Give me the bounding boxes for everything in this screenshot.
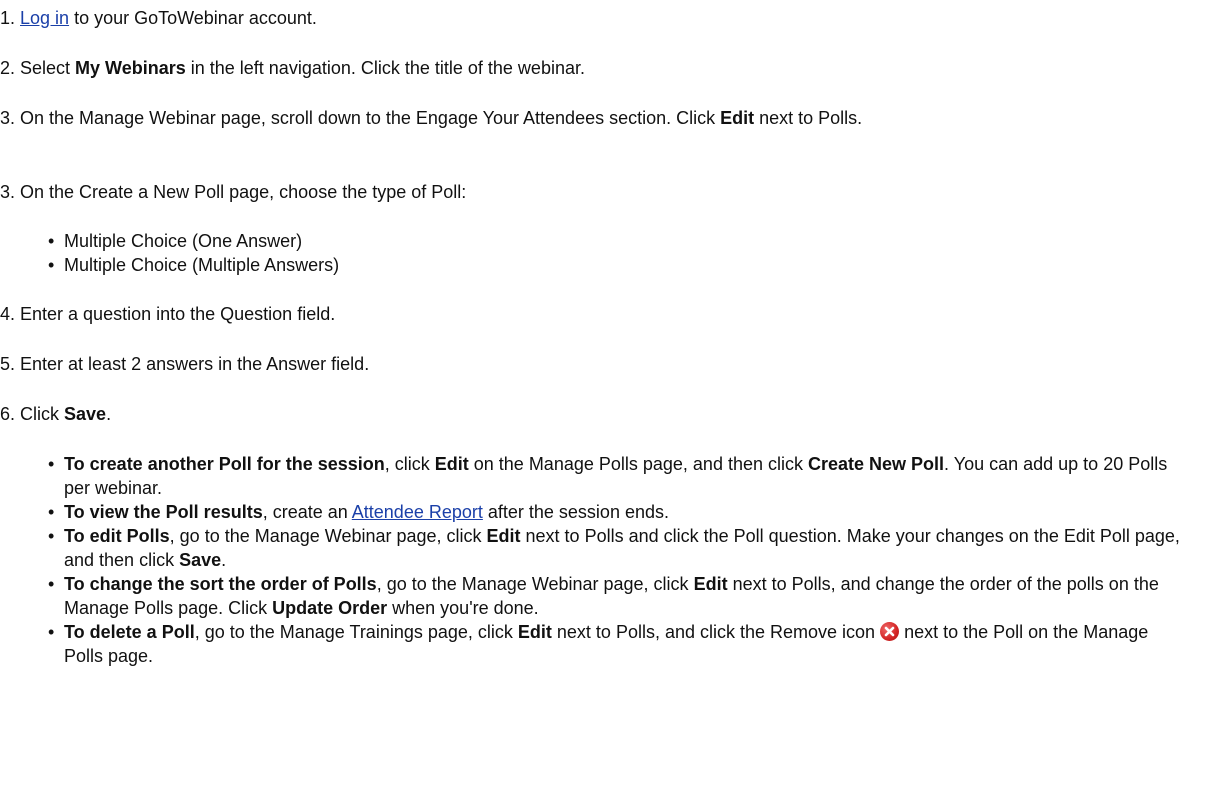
- step-6: 6. Click Save.: [0, 404, 112, 424]
- step-2: 2. Select My Webinars in the left naviga…: [0, 58, 585, 78]
- tip-change-order: • To change the sort the order of Polls, …: [48, 574, 1159, 618]
- tip-edit-polls: • To edit Polls, go to the Manage Webinar…: [48, 526, 1180, 570]
- tips-list: • To create another Poll for the session,…: [0, 452, 1190, 668]
- step-5: 5. Enter at least 2 answers in the Answe…: [0, 354, 370, 374]
- step-3-manage-webinar: 3. On the Manage Webinar page, scroll do…: [0, 108, 863, 128]
- step-4: 4. Enter a question into the Question fi…: [0, 304, 336, 324]
- tip-create-another-poll: • To create another Poll for the session,…: [48, 454, 1168, 498]
- log-in-link[interactable]: Log in: [20, 8, 69, 28]
- tip-view-results: • To view the Poll results, create an Att…: [48, 502, 669, 522]
- remove-icon: [880, 622, 900, 641]
- list-item: • Multiple Choice (Multiple Answers): [48, 255, 340, 275]
- poll-type-list: • Multiple Choice (One Answer) • Multiple …: [0, 229, 1190, 277]
- attendee-report-link[interactable]: Attendee Report: [352, 502, 483, 522]
- step-3-create-poll: 3. On the Create a New Poll page, choose…: [0, 182, 467, 202]
- list-item: • Multiple Choice (One Answer): [48, 231, 303, 251]
- step-1: 1. Log in to your GoToWebinar account.: [0, 8, 317, 28]
- tip-delete-poll: • To delete a Poll, go to the Manage Trai…: [48, 622, 1149, 666]
- help-article: 1. Log in to your GoToWebinar account. 2…: [0, 0, 1220, 666]
